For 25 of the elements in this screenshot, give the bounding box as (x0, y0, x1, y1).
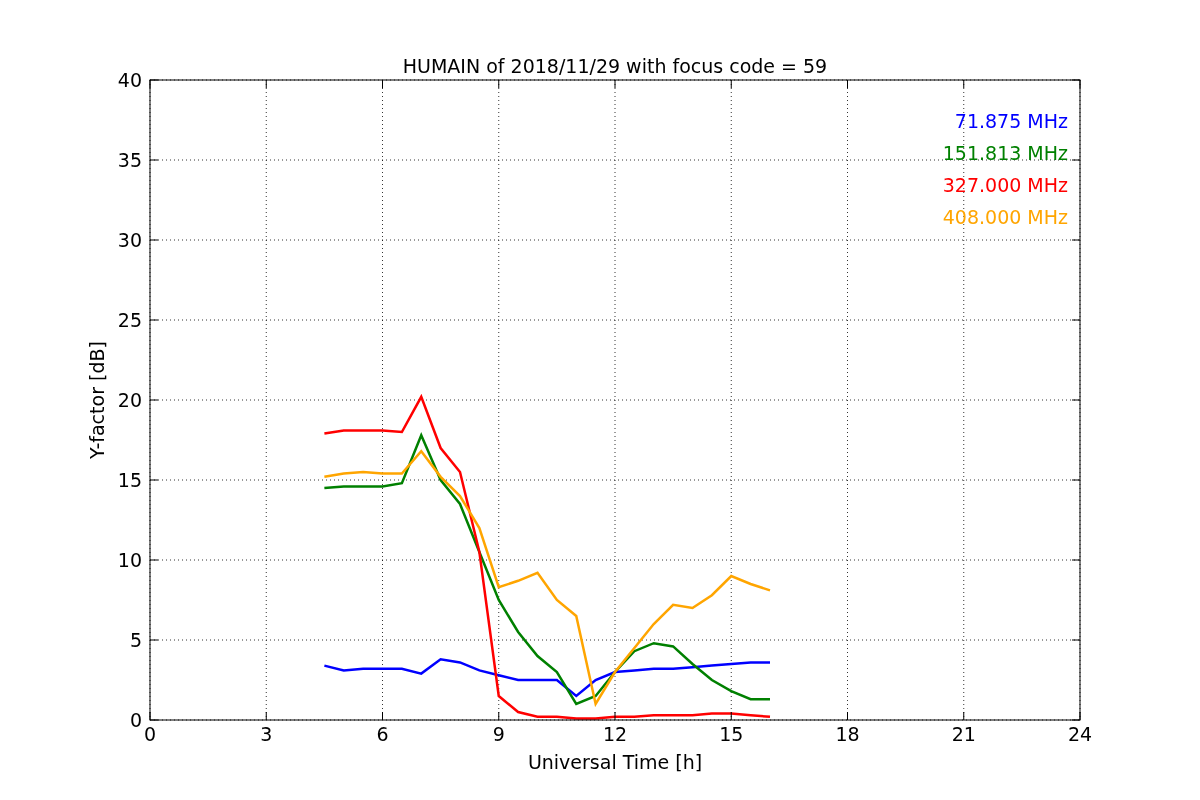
y-tick-label: 30 (117, 229, 142, 251)
x-tick-label: 18 (835, 723, 860, 745)
x-tick-label: 0 (143, 723, 157, 745)
y-tick-label: 25 (117, 309, 142, 331)
legend-label: 327.000 MHz (942, 174, 1068, 196)
x-tick-label: 6 (376, 723, 389, 745)
x-axis-label: Universal Time [h] (527, 751, 703, 773)
x-tick-label: 3 (260, 723, 273, 745)
x-tick-label: 15 (719, 723, 744, 745)
y-tick-label: 35 (117, 149, 142, 171)
legend-label: 71.875 MHz (954, 110, 1068, 132)
chart-title: HUMAIN of 2018/11/29 with focus code = 59 (402, 55, 828, 77)
y-tick-label: 20 (117, 389, 142, 411)
x-tick-label: 9 (492, 723, 505, 745)
y-tick-label: 10 (117, 549, 142, 571)
x-tick-label: 21 (951, 723, 976, 745)
legend-label: 408.000 MHz (942, 206, 1068, 228)
y-tick-label: 40 (117, 69, 142, 91)
y-tick-label: 0 (129, 709, 142, 731)
y-axis-label: Y-factor [dB] (86, 341, 108, 459)
y-tick-label: 5 (129, 629, 142, 651)
x-tick-label: 12 (602, 723, 628, 745)
x-tick-label: 24 (1067, 723, 1093, 745)
legend-label: 151.813 MHz (942, 142, 1068, 164)
y-tick-label: 15 (117, 469, 142, 491)
